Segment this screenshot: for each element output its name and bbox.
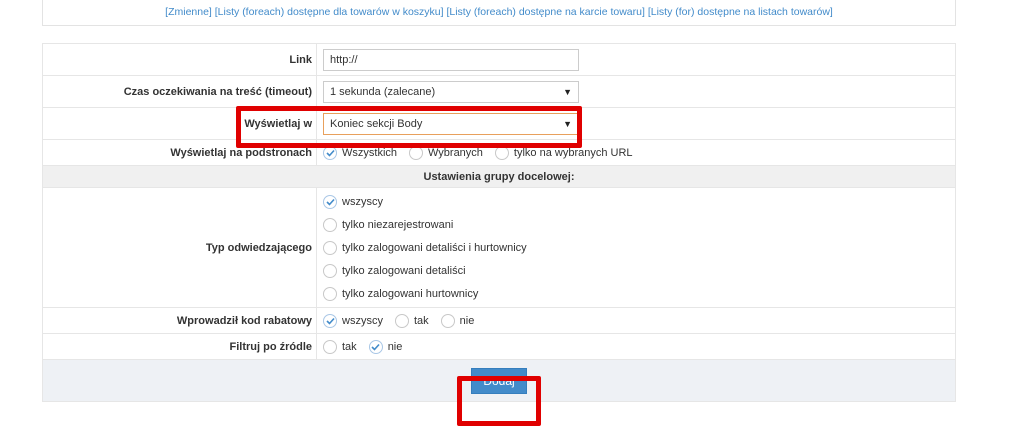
link-label: Link [42,43,317,76]
source-option-yes[interactable]: tak [323,339,357,354]
visitor-option-retail[interactable]: tylko zalogowani detaliści [323,259,955,282]
visitor-option-wholesale[interactable]: tylko zalogowani hurtownicy [323,282,955,305]
link-variables[interactable]: [Zmienne] [165,6,212,18]
radio-icon[interactable] [394,313,409,328]
row-discount-code: Wprowadził kod rabatowy wszyscy tak nie [42,307,956,334]
subpages-radio-group: Wszystkich Wybranych tylko na wybranych … [323,140,955,165]
source-filter-label: Filtruj po źródle [42,333,317,360]
triangle-down-icon: ▼ [563,86,572,97]
link-input[interactable]: http:// [323,48,579,71]
row-visitor-type: Typ odwiedzającego wszyscy tylko niezare… [42,187,956,308]
subpages-option-label: Wybranych [428,146,483,159]
visitor-option-label: wszyscy [342,195,383,208]
display-in-selected-value: Koniec sekcji Body [330,117,423,130]
row-display-in: Wyświetlaj w Koniec sekcji Body ▼ [42,107,956,140]
visitor-option-label: tylko niezarejestrowani [342,218,454,231]
radio-icon[interactable] [440,313,455,328]
subpages-option-selected[interactable]: Wybranych [409,145,483,160]
visitor-option-label: tylko zalogowani hurtownicy [342,287,479,300]
display-in-select[interactable]: Koniec sekcji Body ▼ [323,112,579,135]
radio-icon[interactable] [494,145,509,160]
radio-icon[interactable] [323,263,337,278]
source-option-no[interactable]: nie [368,339,403,354]
subpages-option-label: Wszystkich [342,146,397,159]
triangle-down-icon: ▼ [563,118,572,129]
visitor-option-unregistered[interactable]: tylko niezarejestrowani [323,213,955,236]
visitor-option-label: tylko zalogowani detaliści i hurtownicy [342,241,527,254]
row-subpages: Wyświetlaj na podstronach Wszystkich Wyb… [42,139,956,166]
radio-icon[interactable] [323,339,337,354]
discount-option-label: wszyscy [342,314,383,327]
display-in-label: Wyświetlaj w [42,107,317,140]
visitor-option-all[interactable]: wszyscy [323,190,955,213]
subpages-option-url[interactable]: tylko na wybranych URL [494,145,633,160]
discount-option-no[interactable]: nie [440,313,475,328]
target-group-section-title: Ustawienia grupy docelowej: [42,165,956,188]
radio-checked-icon[interactable] [323,145,337,160]
row-source-filter: Filtruj po źródle tak nie [42,333,956,360]
source-filter-radio-group: tak nie [323,334,955,359]
subpages-option-label: tylko na wybranych URL [513,146,633,159]
radio-icon[interactable] [409,145,423,160]
link-foreach-cart[interactable]: [Listy (foreach) dostępne dla towarów w … [215,6,444,18]
discount-code-label: Wprowadził kod rabatowy [42,307,317,334]
source-option-label: tak [342,340,357,353]
radio-icon[interactable] [323,286,337,301]
subpages-label: Wyświetlaj na podstronach [42,139,317,166]
discount-option-all[interactable]: wszyscy [323,313,383,328]
row-link: Link http:// [42,43,956,76]
visitor-option-label: tylko zalogowani detaliści [342,264,466,277]
subpages-option-all[interactable]: Wszystkich [323,145,397,160]
settings-form: Link http:// Czas oczekiwania na treść (… [42,43,956,402]
source-option-label: nie [387,340,403,353]
row-timeout: Czas oczekiwania na treść (timeout) 1 se… [42,75,956,108]
timeout-label: Czas oczekiwania na treść (timeout) [42,75,317,108]
radio-checked-icon[interactable] [368,339,383,354]
radio-icon[interactable] [323,217,337,232]
timeout-select[interactable]: 1 sekunda (zalecane) ▼ [323,80,579,103]
visitor-type-radio-group: wszyscy tylko niezarejestrowani tylko za… [323,188,955,307]
row-section-title: Ustawienia grupy docelowej: [42,165,956,188]
row-submit: Dodaj [42,359,956,402]
visitor-option-retail-wholesale[interactable]: tylko zalogowani detaliści i hurtownicy [323,236,955,259]
add-button[interactable]: Dodaj [471,367,527,394]
radio-checked-icon[interactable] [323,194,337,209]
radio-checked-icon[interactable] [323,313,337,328]
discount-option-label: tak [413,314,429,327]
visitor-type-label: Typ odwiedzającego [42,187,317,308]
timeout-selected-value: 1 sekunda (zalecane) [330,85,436,98]
link-for-product-lists[interactable]: [Listy (for) dostępne na listach towarów… [648,6,833,18]
link-foreach-product-card[interactable]: [Listy (foreach) dostępne na karcie towa… [446,6,644,18]
discount-code-radio-group: wszyscy tak nie [323,308,955,333]
variables-links-bar: [Zmienne] [Listy (foreach) dostępne dla … [42,0,956,26]
radio-icon[interactable] [323,240,337,255]
discount-option-yes[interactable]: tak [394,313,429,328]
discount-option-label: nie [459,314,475,327]
